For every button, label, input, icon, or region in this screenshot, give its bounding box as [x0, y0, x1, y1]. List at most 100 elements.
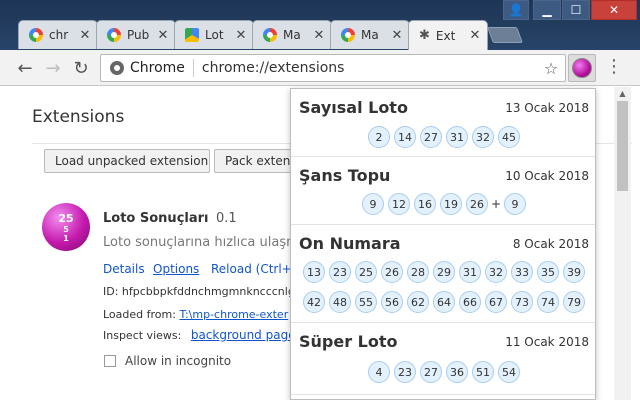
address-scheme-label: Chrome	[130, 60, 185, 76]
number-ball: 45	[498, 126, 520, 148]
extension-action-button[interactable]	[568, 54, 596, 82]
number-ball: 13	[303, 261, 325, 283]
number-ball: 25	[355, 261, 377, 283]
lottery-ball-icon	[572, 58, 592, 78]
number-ball: 19	[439, 193, 462, 215]
number-ball: 28	[407, 261, 429, 283]
address-url[interactable]: chrome://extensions	[202, 60, 541, 76]
tab-title: Lot	[205, 28, 224, 42]
tab-title: Pub	[127, 28, 150, 42]
user-icon[interactable]: 👤	[503, 0, 529, 20]
extension-name: Loto Sonuçları	[103, 211, 209, 226]
logo-number: 5	[63, 224, 69, 234]
number-ball: 73	[511, 291, 533, 313]
loaded-from-path-link[interactable]: T:\mp-chrome-exter	[179, 308, 288, 321]
number-ball: 39	[563, 261, 585, 283]
number-ball: 54	[498, 361, 520, 383]
number-ball: 23	[394, 361, 416, 383]
number-ball: 36	[446, 361, 468, 383]
loaded-from: Loaded from: T:\mp-chrome-exter	[103, 308, 288, 321]
page-scrollbar[interactable]: ▲	[614, 87, 631, 400]
number-ball: 12	[387, 193, 410, 215]
number-ball: 16	[413, 193, 436, 215]
extension-version: 0.1	[216, 211, 237, 226]
kebab-menu-icon[interactable]: ⋮	[604, 57, 624, 79]
star-icon[interactable]: ☆	[541, 59, 561, 78]
incognito-checkbox[interactable]	[104, 355, 116, 367]
forward-arrow-icon[interactable]: →	[42, 57, 64, 79]
new-tab-button[interactable]	[487, 27, 523, 43]
minimize-button[interactable]: ▁	[533, 0, 561, 20]
game-date: 11 Ocak 2018	[505, 335, 589, 349]
close-icon[interactable]: ✕	[391, 28, 403, 43]
number-row: 4 23 27 36 51 54	[291, 361, 595, 383]
tab-title: chr	[49, 28, 69, 42]
game-sayisal-loto: Sayısal Loto 13 Ocak 2018 2 14 27 31 32 …	[291, 89, 595, 157]
pack-extension-button[interactable]: Pack extensi	[214, 149, 294, 173]
number-ball: 32	[485, 261, 507, 283]
number-ball: 79	[563, 291, 585, 313]
reload-icon[interactable]: ↻	[70, 57, 92, 79]
number-ball: 64	[433, 291, 455, 313]
tab-title: Ma	[283, 28, 301, 42]
close-icon[interactable]: ✕	[157, 28, 169, 43]
maximize-button[interactable]: ☐	[562, 0, 590, 20]
game-date: 10 Ocak 2018	[505, 169, 589, 183]
back-arrow-icon[interactable]: ←	[14, 57, 36, 79]
number-row: 42 48 55 56 62 64 66 67 73 74 79	[291, 291, 595, 313]
tab-3[interactable]: Lot ✕	[174, 20, 254, 49]
tab-extensions[interactable]: ✱ Ext ✕	[408, 20, 488, 50]
number-ball: 9	[361, 193, 384, 215]
close-icon[interactable]: ✕	[79, 28, 91, 43]
number-ball: 26	[465, 193, 488, 215]
browser-toolbar: ← → ↻ Chrome chrome://extensions ☆ ⋮	[0, 50, 640, 86]
inspect-views: Inspect views: background page	[103, 328, 296, 342]
game-name: Sayısal Loto	[299, 98, 408, 117]
extension-logo: 25 5 1	[42, 203, 90, 251]
tab-2[interactable]: Pub ✕	[96, 20, 176, 49]
number-row: 2 14 27 31 32 45	[291, 126, 595, 148]
number-ball: 62	[407, 291, 429, 313]
address-separator	[192, 59, 194, 77]
number-ball: 74	[537, 291, 559, 313]
close-icon[interactable]: ✕	[469, 28, 481, 43]
load-unpacked-button[interactable]: Load unpacked extension...	[44, 149, 210, 173]
close-icon[interactable]: ✕	[235, 28, 247, 43]
number-ball: 14	[394, 126, 416, 148]
chrome-icon	[110, 61, 124, 75]
number-ball: 48	[329, 291, 351, 313]
game-date: 13 Ocak 2018	[505, 101, 589, 115]
tab-5[interactable]: Ma ✕	[330, 20, 410, 49]
number-ball: 23	[329, 261, 351, 283]
number-ball: 31	[459, 261, 481, 283]
close-icon[interactable]: ✕	[313, 28, 325, 43]
drive-icon	[185, 28, 199, 42]
number-ball: 31	[446, 126, 468, 148]
number-ball: 33	[511, 261, 533, 283]
extension-description: Loto sonuçlarına hızlıca ulaşmanı	[103, 235, 319, 250]
number-ball: 35	[537, 261, 559, 283]
plus-sign: +	[490, 197, 502, 211]
number-ball: 27	[420, 126, 442, 148]
scrollbar-thumb[interactable]	[617, 101, 628, 191]
number-ball: 51	[472, 361, 494, 383]
details-link[interactable]: Details	[103, 262, 145, 276]
options-link[interactable]: Options	[153, 262, 199, 276]
number-row: 13 23 25 26 28 29 31 32 33 35 39	[291, 261, 595, 283]
tab-4[interactable]: Ma ✕	[252, 20, 332, 49]
address-bar[interactable]: Chrome chrome://extensions ☆	[100, 54, 566, 82]
google-icon	[263, 28, 277, 42]
number-ball: 27	[420, 361, 442, 383]
background-page-link[interactable]: background page	[191, 328, 296, 342]
number-ball: 29	[433, 261, 455, 283]
tab-title: Ma	[361, 28, 379, 42]
scroll-up-arrow-icon[interactable]: ▲	[614, 89, 631, 99]
page-title: Extensions	[32, 107, 125, 127]
tab-1[interactable]: chr ✕	[18, 20, 98, 49]
puzzle-icon: ✱	[419, 28, 430, 43]
close-window-button[interactable]: ✕	[591, 0, 637, 20]
game-sans-topu: Şans Topu 10 Ocak 2018 9 12 16 19 26 + 9	[291, 157, 595, 225]
logo-number: 25	[58, 211, 74, 225]
game-date: 8 Ocak 2018	[512, 237, 589, 251]
extension-id: ID: hfpcbbpkfddnchmgmnkncccnlgc	[103, 285, 301, 298]
